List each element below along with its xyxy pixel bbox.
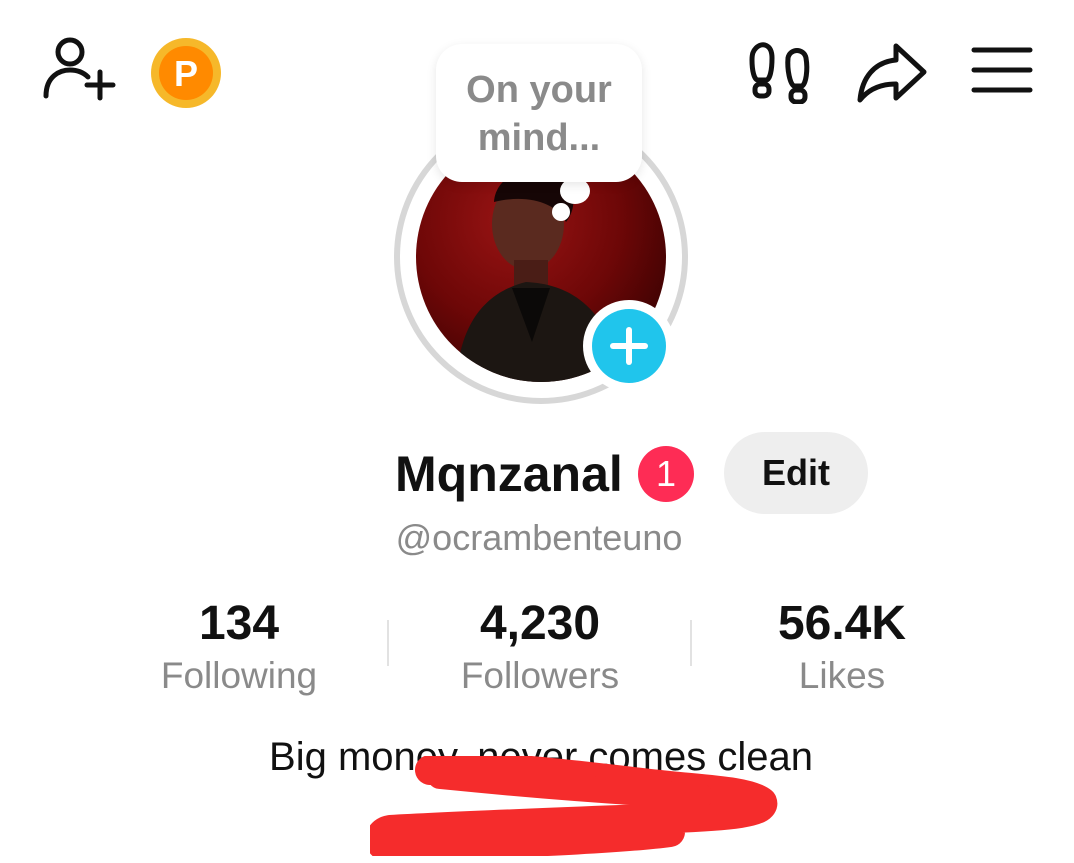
share-icon[interactable] (856, 40, 928, 106)
following-count: 134 (198, 597, 280, 650)
redaction-scribble (370, 756, 778, 856)
stat-likes[interactable]: 56.4K Likes (692, 596, 992, 700)
plus-icon (610, 327, 648, 365)
menu-icon[interactable] (970, 44, 1034, 96)
edit-profile-button[interactable]: Edit (724, 432, 868, 514)
add-friend-icon[interactable] (40, 36, 116, 106)
stat-following[interactable]: 134 Following (89, 596, 389, 700)
add-story-circle (592, 309, 666, 383)
notification-badge[interactable]: 1 (638, 446, 694, 502)
stat-divider (387, 620, 389, 666)
username: @ocrambenteuno (395, 517, 683, 558)
profile-page: P On your mind... Mqnzanal 1 Edit @ocram… (0, 0, 1074, 863)
likes-count: 56.4K (777, 597, 907, 650)
stat-followers[interactable]: 4,230 Followers (390, 596, 690, 700)
coin-icon[interactable]: P (150, 37, 222, 109)
display-name: Mqnzanal (395, 446, 623, 502)
coin-letter: P (174, 53, 198, 94)
footprint-icon[interactable] (748, 40, 814, 105)
following-label: Following (160, 655, 318, 696)
followers-count: 4,230 (479, 597, 601, 650)
thought-bubble-text: On your mind... (466, 69, 612, 159)
likes-label: Likes (798, 655, 886, 696)
thought-bubble-tail-dot (552, 203, 570, 221)
add-story-button[interactable] (583, 300, 675, 392)
followers-label: Followers (460, 655, 620, 696)
thought-bubble[interactable]: On your mind... (436, 44, 642, 182)
